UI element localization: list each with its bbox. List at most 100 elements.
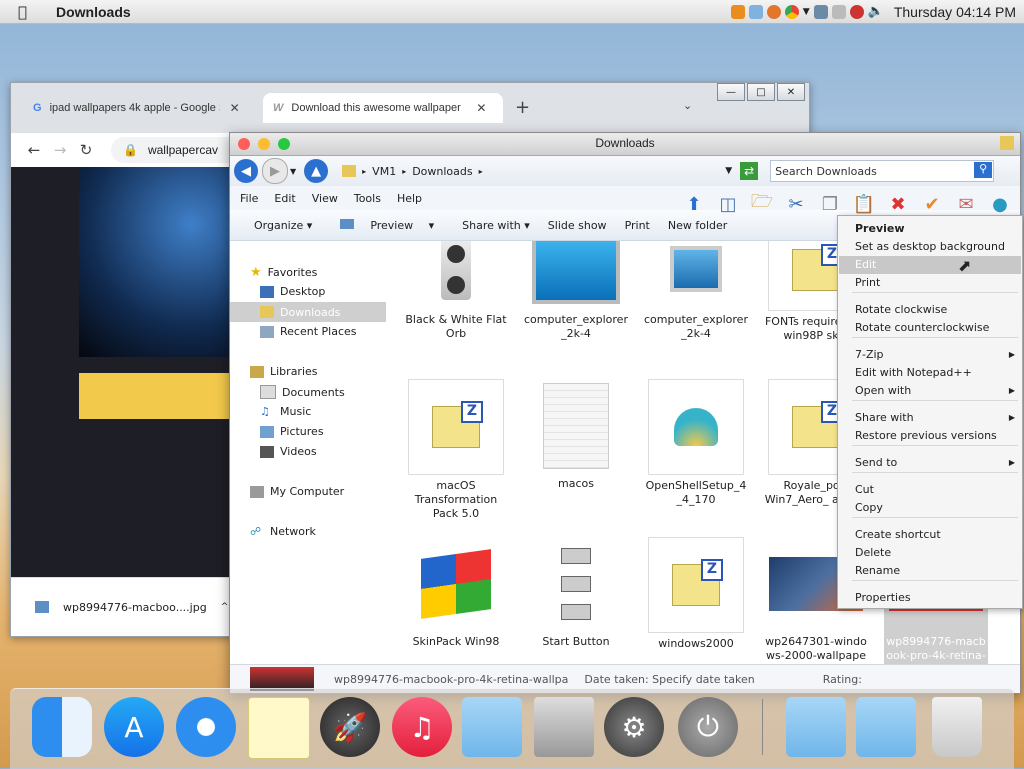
tab-wallpaper[interactable]: W Download this awesome wallpaper ✕ <box>263 93 503 123</box>
sidebar-item-downloads[interactable]: Downloads <box>230 302 386 322</box>
up-icon[interactable]: ▲ <box>304 159 329 183</box>
context-menu-item[interactable]: Print <box>839 274 1021 292</box>
context-menu-item[interactable]: Preview <box>839 220 1021 238</box>
sidebar-item-my-computer[interactable]: My Computer <box>250 485 344 498</box>
breadcrumb-downloads[interactable]: Downloads <box>412 165 472 178</box>
media-player-icon[interactable] <box>730 4 745 19</box>
mac-pro-icon[interactable] <box>534 697 594 757</box>
documents-stack-icon[interactable] <box>856 697 916 757</box>
close-icon[interactable]: ✕ <box>476 101 486 115</box>
context-menu-item[interactable]: Properties <box>839 589 1021 607</box>
safari-icon[interactable] <box>176 697 236 757</box>
firefox-icon[interactable] <box>766 4 781 19</box>
menu-tools[interactable]: Tools <box>354 192 381 205</box>
sidebar-item-libraries[interactable]: Libraries <box>250 365 318 378</box>
minimize-icon[interactable]: — <box>717 83 745 101</box>
share-with-button[interactable]: Share with ▾ <box>450 219 530 232</box>
apple-menu-icon[interactable]:  <box>18 3 36 21</box>
close-icon[interactable]: ✕ <box>777 83 805 101</box>
file-item[interactable]: macOS Transformation Pack 5.0 <box>404 379 508 521</box>
back-icon[interactable]: ◀ <box>234 159 258 183</box>
chrome-tray-icon[interactable] <box>784 4 799 19</box>
context-menu-item[interactable]: Copy <box>839 499 1021 517</box>
launchpad-icon[interactable]: 🚀 <box>320 697 380 757</box>
minimize-icon[interactable] <box>258 138 270 150</box>
chevron-down-icon[interactable]: ▼ <box>803 7 810 17</box>
context-menu-item[interactable]: Delete <box>839 544 1021 562</box>
file-item[interactable]: Black & White Flat Orb <box>404 241 508 341</box>
menu-view[interactable]: View <box>312 192 338 205</box>
sidebar-item-music[interactable]: ♫ Music <box>260 405 311 418</box>
breadcrumb[interactable]: ▸ VM1 ▸ Downloads ▸ ▼ <box>342 165 732 178</box>
chevron-up-icon[interactable]: ^ <box>221 602 229 612</box>
applications-folder-icon[interactable] <box>462 697 522 757</box>
chevron-down-icon[interactable]: ⌄ <box>683 99 692 112</box>
file-item[interactable]: Start Button <box>524 537 628 649</box>
sidebar-item-documents[interactable]: Documents <box>260 385 345 399</box>
back-icon[interactable]: ← <box>21 141 47 159</box>
system-preferences-icon[interactable]: ⚙ <box>604 697 664 757</box>
close-icon[interactable]: ✕ <box>230 101 240 115</box>
context-menu-item[interactable]: Cut <box>839 481 1021 499</box>
sidebar-item-recent-places[interactable]: Recent Places <box>260 325 357 338</box>
app-store-icon[interactable]: A <box>104 697 164 757</box>
sidebar-item-favorites[interactable]: ★ Favorites <box>250 265 317 280</box>
context-menu-item[interactable]: Rename <box>839 562 1021 580</box>
context-menu-item[interactable]: Rotate clockwise <box>839 301 1021 319</box>
reload-icon[interactable]: ↻ <box>73 141 99 159</box>
file-item[interactable]: SkinPack Win98 <box>404 537 508 649</box>
zoom-icon[interactable] <box>278 138 290 150</box>
search-icon[interactable]: ⚲ <box>974 162 993 178</box>
new-tab-icon[interactable]: + <box>515 97 530 118</box>
blocked-icon[interactable] <box>849 4 864 19</box>
checkmark-icon[interactable]: ✔ <box>920 192 944 216</box>
file-item[interactable]: computer_explorer_2k-4 <box>644 241 748 341</box>
up-arrow-icon[interactable]: ⬆ <box>682 192 706 216</box>
refresh-icon[interactable]: ⇄ <box>740 162 759 180</box>
sidebar-item-pictures[interactable]: Pictures <box>260 425 324 438</box>
sidebar-item-network[interactable]: ☍ Network <box>250 525 316 538</box>
preview-button[interactable]: Preview ▾ <box>328 218 434 232</box>
tab-google-search[interactable]: G ipad wallpapers 4k apple - Google S ✕ <box>33 93 253 123</box>
sidebar-item-desktop[interactable]: Desktop <box>260 285 325 298</box>
context-menu-item[interactable]: Rotate counterclockwise <box>839 319 1021 337</box>
explorer-title-bar[interactable]: Downloads <box>230 133 1020 156</box>
paste-icon[interactable]: 📋 <box>852 192 876 216</box>
context-menu-item[interactable]: Restore previous versions <box>839 427 1021 445</box>
search-field[interactable]: Search Downloads ⚲ <box>770 160 995 182</box>
delete-icon[interactable]: ✖ <box>886 192 910 216</box>
trash-icon[interactable] <box>932 697 982 757</box>
security-icon[interactable] <box>831 4 846 19</box>
file-item[interactable]: computer_explorer_2k-4 <box>524 241 628 341</box>
download-filename[interactable]: wp8994776-macboo....jpg <box>63 601 207 614</box>
menu-edit[interactable]: Edit <box>274 192 295 205</box>
volume-icon[interactable]: 🔈 <box>868 4 884 19</box>
globe-icon[interactable]: ● <box>988 192 1012 216</box>
menu-help[interactable]: Help <box>397 192 422 205</box>
breadcrumb-vm1[interactable]: VM1 <box>372 165 396 178</box>
context-menu-item[interactable]: Open with ▶ <box>839 382 1021 400</box>
forward-icon[interactable]: → <box>47 141 73 159</box>
details-date-taken[interactable]: Date taken: Specify date taken <box>584 673 754 686</box>
close-icon[interactable] <box>238 138 250 150</box>
file-item[interactable]: macos <box>524 379 628 491</box>
clock[interactable]: Thursday 04:14 PM <box>894 4 1016 20</box>
downloads-stack-icon[interactable] <box>786 697 846 757</box>
print-button[interactable]: Print <box>625 219 650 232</box>
context-menu-item[interactable]: Create shortcut <box>839 526 1021 544</box>
folder-tray-icon[interactable] <box>748 4 763 19</box>
network-icon[interactable] <box>813 4 828 19</box>
folder-check-icon[interactable]: 🗁 <box>750 191 774 216</box>
context-menu-item[interactable]: Edit with Notepad++ <box>839 364 1021 382</box>
context-menu-item[interactable]: Share with ▶ <box>839 409 1021 427</box>
shutdown-icon[interactable]: ⏻ <box>678 697 738 757</box>
new-folder-button[interactable]: New folder <box>668 219 727 232</box>
maximize-icon[interactable]: □ <box>747 83 775 101</box>
context-menu-item[interactable]: Send to ▶ <box>839 454 1021 472</box>
chevron-down-icon[interactable]: ▼ <box>290 167 296 176</box>
file-item[interactable]: windows2000 <box>644 537 748 651</box>
context-menu-item[interactable]: Set as desktop background <box>839 238 1021 256</box>
finder-icon[interactable] <box>32 697 92 757</box>
notes-icon[interactable] <box>248 697 310 759</box>
organize-button[interactable]: Organize ▾ <box>242 219 312 232</box>
